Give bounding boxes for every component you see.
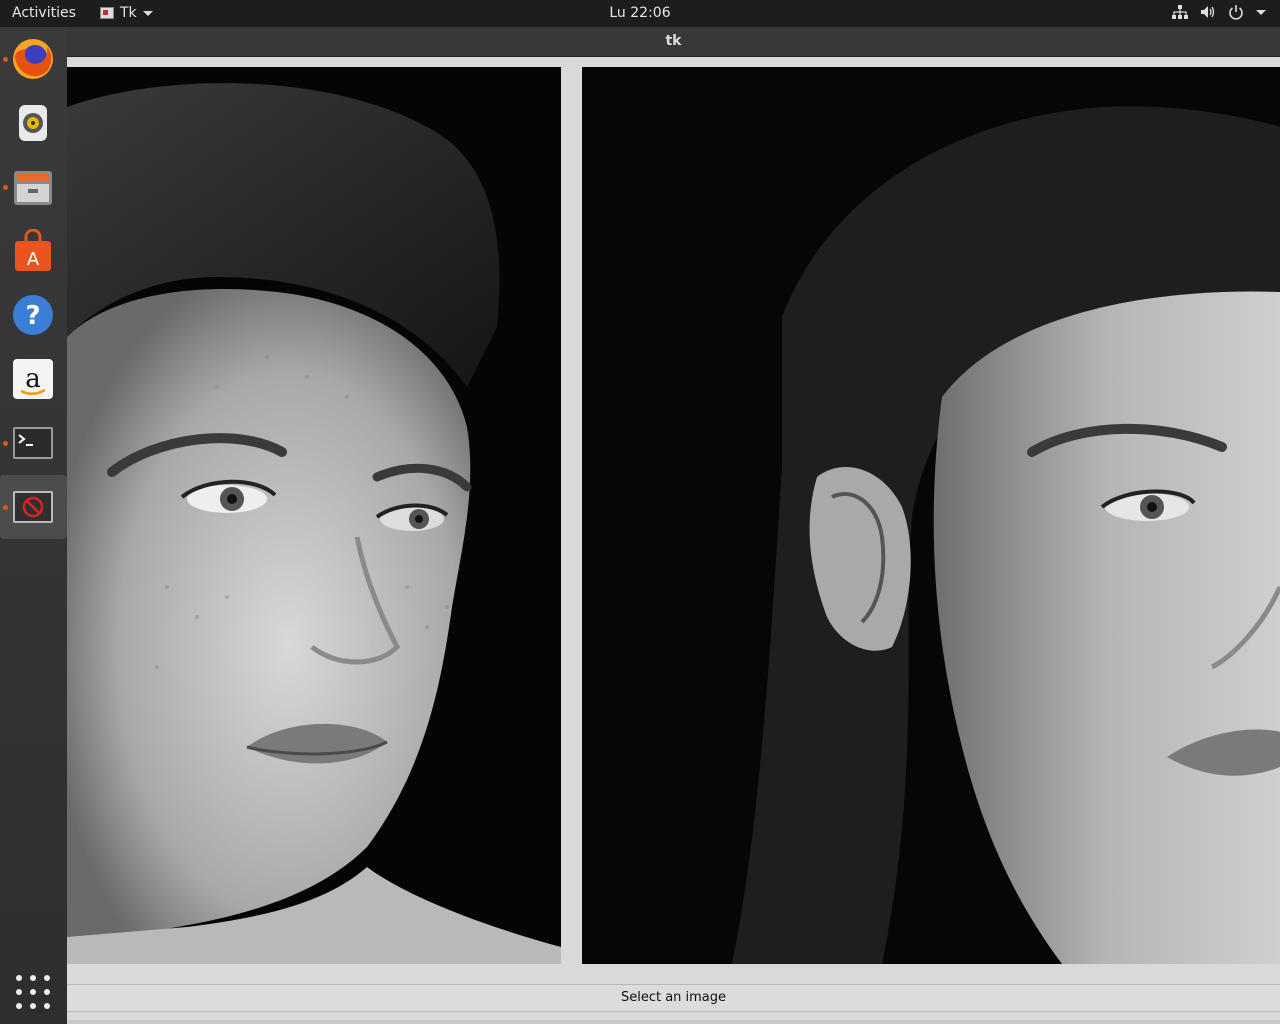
window-title[interactable]: tk (67, 27, 1280, 57)
left-portrait-image[interactable] (67, 67, 561, 964)
firefox-icon (13, 39, 53, 79)
power-icon[interactable] (1228, 4, 1244, 20)
network-icon[interactable] (1172, 5, 1188, 19)
dock-item-firefox[interactable] (0, 27, 67, 91)
dock: A ? a (0, 27, 67, 1024)
dock-item-tk-app[interactable] (0, 475, 67, 539)
tk-app-icon (100, 7, 114, 19)
chevron-down-icon (142, 10, 153, 16)
help-icon: ? (13, 295, 53, 335)
svg-text:a: a (25, 364, 41, 394)
status-label: Select an image (67, 984, 1280, 1012)
dock-item-rhythmbox[interactable] (0, 91, 67, 155)
dock-item-terminal[interactable] (0, 411, 67, 475)
dock-item-files[interactable] (0, 155, 67, 219)
svg-text:A: A (27, 249, 40, 270)
app-menu-label: Tk (120, 5, 137, 21)
right-portrait-image[interactable] (582, 67, 1280, 964)
dock-item-help[interactable]: ? (0, 283, 67, 347)
window-content: Select an image (67, 57, 1280, 1024)
terminal-icon (13, 427, 53, 459)
show-applications-grid-icon[interactable] (14, 973, 52, 1011)
running-indicator (3, 57, 8, 62)
chevron-down-icon[interactable] (1256, 9, 1266, 15)
running-indicator (3, 185, 8, 190)
no-entry-window-icon (13, 491, 53, 523)
activities-button[interactable]: Activities (12, 5, 76, 21)
shopping-bag-icon: A (15, 229, 51, 271)
dock-item-software[interactable]: A (0, 219, 67, 283)
top-bar: Activities Tk Lu 22:06 (0, 0, 1280, 27)
dock-item-amazon[interactable]: a (0, 347, 67, 411)
volume-icon[interactable] (1200, 5, 1216, 19)
file-cabinet-icon (14, 171, 52, 205)
clock[interactable]: Lu 22:06 (0, 5, 1280, 21)
speaker-icon (19, 105, 47, 141)
running-indicator (3, 441, 8, 446)
running-indicator (3, 505, 8, 510)
amazon-icon: a (13, 359, 53, 399)
svg-text:?: ? (25, 301, 40, 331)
window-bottom-border (67, 1020, 1280, 1024)
app-menu[interactable]: Tk (100, 5, 153, 21)
system-tray[interactable] (1172, 4, 1266, 20)
